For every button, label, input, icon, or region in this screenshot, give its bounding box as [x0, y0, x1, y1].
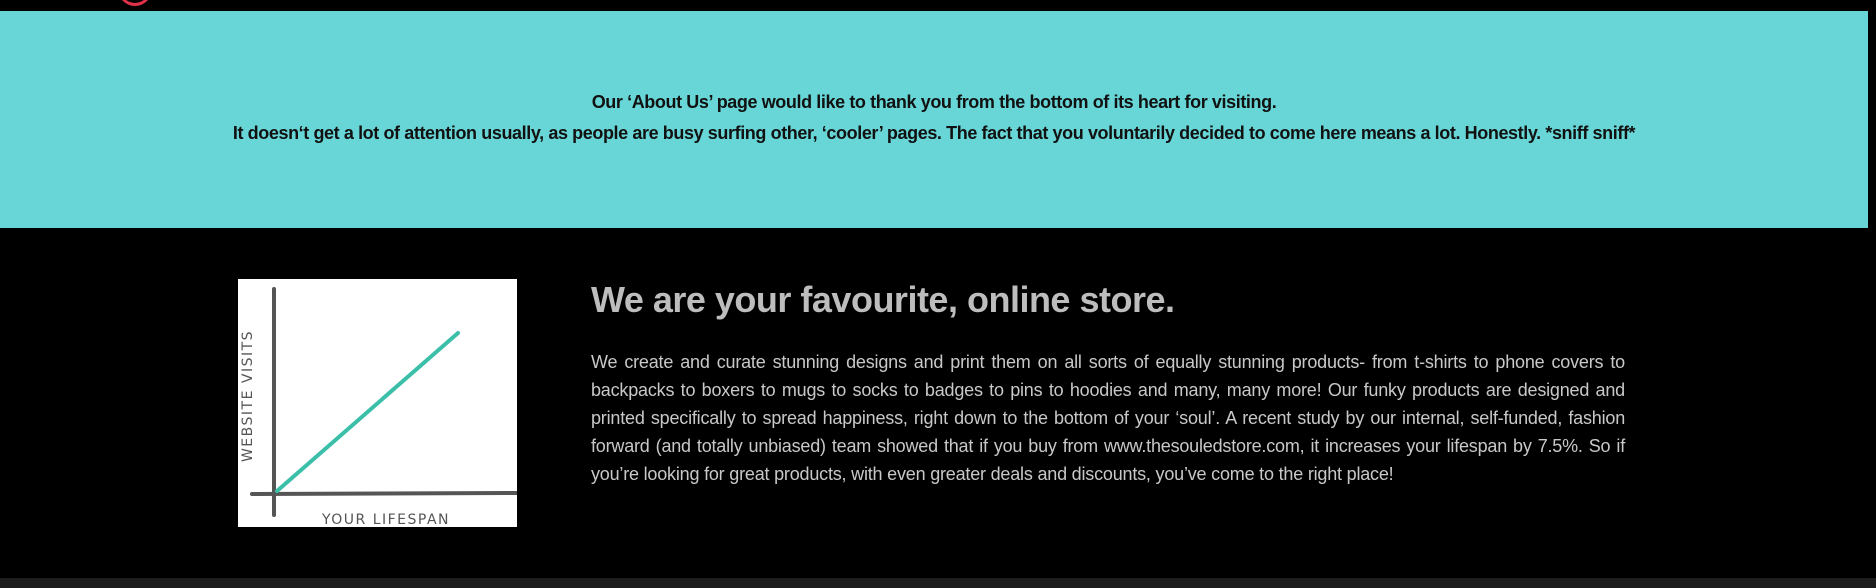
section-body-text: We create and curate stunning designs an… [591, 352, 1625, 484]
section-heading: We are your favourite, online store. [591, 279, 1175, 320]
about-store-section: We are your favourite, online store. We … [591, 276, 1625, 488]
logo-fragment[interactable] [118, 0, 152, 6]
footer-divider [0, 578, 1876, 588]
x-axis-label: YOUR LIFESPAN [321, 512, 450, 527]
thank-you-banner: Our ‘About Us’ page would like to thank … [0, 11, 1868, 228]
banner-line-1: Our ‘About Us’ page would like to thank … [591, 92, 1277, 112]
lifespan-graph-illustration: WEBSITE VISITS YOUR LIFESPAN [238, 279, 517, 527]
trend-line [275, 331, 460, 493]
x-axis-line [250, 491, 517, 496]
top-header-strip [0, 0, 1876, 11]
y-axis-label: WEBSITE VISITS [240, 330, 256, 462]
graph-svg: WEBSITE VISITS YOUR LIFESPAN [240, 287, 517, 527]
banner-line-2: It doesn‘t get a lot of attention usuall… [232, 123, 1636, 143]
